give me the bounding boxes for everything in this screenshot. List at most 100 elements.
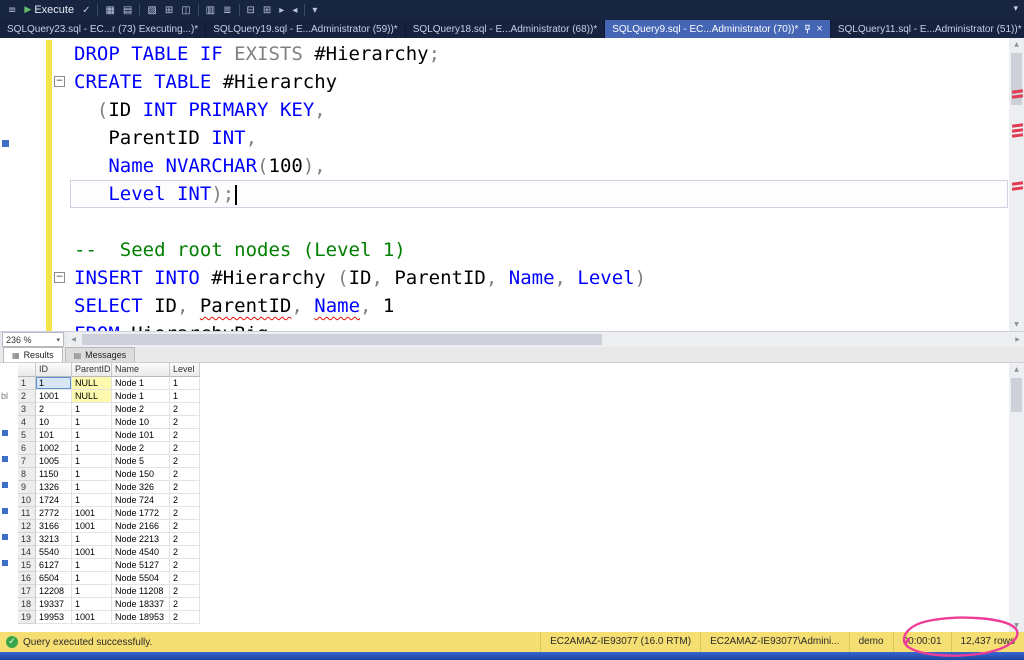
grid-cell[interactable]: 2 xyxy=(170,559,200,572)
row-header[interactable]: 17 xyxy=(18,585,36,598)
row-header[interactable]: 19 xyxy=(18,611,36,624)
grid-cell[interactable]: 1 xyxy=(72,416,112,429)
menu-toggle-icon[interactable]: ≡ xyxy=(4,1,20,19)
pin-icon[interactable] xyxy=(804,24,811,34)
grid-scrollbar-thumb[interactable] xyxy=(1011,378,1022,412)
grid-cell[interactable]: 1 xyxy=(170,390,200,403)
grid-cell[interactable]: Node 18337 xyxy=(112,598,170,611)
grid-cell[interactable]: 2 xyxy=(170,520,200,533)
grid-cell[interactable]: Node 101 xyxy=(112,429,170,442)
results-to-text-icon[interactable]: ▤ xyxy=(119,1,136,19)
active-files-icon[interactable]: ▾ xyxy=(1013,3,1018,14)
actual-plan-icon[interactable]: ⊞ xyxy=(161,1,177,19)
row-header[interactable]: 12 xyxy=(18,520,36,533)
scroll-down-icon[interactable]: ▼ xyxy=(1009,318,1024,331)
grid-cell[interactable]: 19337 xyxy=(36,598,72,611)
grid-cell[interactable]: Node 2166 xyxy=(112,520,170,533)
column-header[interactable]: ParentID xyxy=(72,363,112,377)
grid-cell[interactable]: 2 xyxy=(170,403,200,416)
grid-cell[interactable]: Node 1 xyxy=(112,390,170,403)
uncomment-icon[interactable]: ⊞ xyxy=(259,1,275,19)
document-tab-sqlquery23[interactable]: SQLQuery23.sql - EC...r (73) Executing..… xyxy=(0,20,206,38)
outdent-icon[interactable]: ◂ xyxy=(288,1,301,19)
query-options-icon[interactable]: ▥ xyxy=(202,1,219,19)
indent-icon[interactable]: ▸ xyxy=(275,1,288,19)
execute-button[interactable]: ▶Execute xyxy=(20,1,78,19)
grid-cell[interactable]: 1001 xyxy=(36,390,72,403)
grid-cell[interactable]: 1326 xyxy=(36,481,72,494)
grid-cell[interactable]: 1001 xyxy=(72,611,112,624)
row-header[interactable]: 8 xyxy=(18,468,36,481)
grid-cell[interactable]: 1 xyxy=(72,533,112,546)
grid-cell[interactable]: Node 18953 xyxy=(112,611,170,624)
grid-cell[interactable]: Node 5127 xyxy=(112,559,170,572)
row-header[interactable]: 5 xyxy=(18,429,36,442)
grid-cell[interactable]: 1150 xyxy=(36,468,72,481)
grid-cell[interactable]: Node 1772 xyxy=(112,507,170,520)
grid-cell[interactable]: 2 xyxy=(170,442,200,455)
row-header[interactable]: 11 xyxy=(18,507,36,520)
tab-results[interactable]: ▦ Results xyxy=(3,347,63,362)
grid-cell[interactable]: 2 xyxy=(170,598,200,611)
column-header[interactable]: ID xyxy=(36,363,72,377)
grid-cell[interactable]: 2772 xyxy=(36,507,72,520)
zoom-level-select[interactable]: 236 % ▾ xyxy=(2,332,64,347)
row-header[interactable]: 18 xyxy=(18,598,36,611)
grid-cell[interactable]: 1 xyxy=(72,442,112,455)
row-header[interactable]: 1 xyxy=(18,377,36,390)
live-query-stats-icon[interactable]: ◫ xyxy=(177,1,194,19)
grid-cell[interactable]: NULL xyxy=(72,390,112,403)
comment-icon[interactable]: ⊟ xyxy=(243,1,259,19)
row-header[interactable]: 2 xyxy=(18,390,36,403)
grid-cell[interactable]: 12208 xyxy=(36,585,72,598)
grid-cell[interactable]: 1001 xyxy=(72,507,112,520)
row-header[interactable]: 10 xyxy=(18,494,36,507)
grid-cell[interactable]: 1 xyxy=(72,598,112,611)
row-header[interactable]: 4 xyxy=(18,416,36,429)
grid-cell[interactable]: 1002 xyxy=(36,442,72,455)
close-icon[interactable]: × xyxy=(816,24,822,34)
grid-cell[interactable]: 5540 xyxy=(36,546,72,559)
grid-cell[interactable]: 2 xyxy=(170,507,200,520)
grid-cell[interactable]: 2 xyxy=(170,455,200,468)
horizontal-scrollbar-thumb[interactable] xyxy=(82,334,602,345)
grid-cell[interactable]: 1 xyxy=(72,429,112,442)
grid-cell[interactable]: 10 xyxy=(36,416,72,429)
row-header[interactable]: 15 xyxy=(18,559,36,572)
row-header[interactable]: 7 xyxy=(18,455,36,468)
tab-messages[interactable]: ▤ Messages xyxy=(65,347,136,362)
scroll-up-icon[interactable]: ▲ xyxy=(1009,363,1024,376)
grid-cell[interactable]: Node 150 xyxy=(112,468,170,481)
editor-horizontal-scrollbar[interactable]: ◀ ▶ xyxy=(67,332,1024,347)
grid-cell[interactable]: 1 xyxy=(72,494,112,507)
grid-cell[interactable]: Node 326 xyxy=(112,481,170,494)
scroll-up-icon[interactable]: ▲ xyxy=(1009,38,1024,51)
row-header[interactable]: 9 xyxy=(18,481,36,494)
intellisense-icon[interactable]: ≣ xyxy=(219,1,235,19)
grid-cell[interactable]: Node 5504 xyxy=(112,572,170,585)
grid-cell[interactable]: 1005 xyxy=(36,455,72,468)
grid-cell[interactable]: 2 xyxy=(170,585,200,598)
grid-cell[interactable]: 1 xyxy=(36,377,72,390)
grid-cell[interactable]: 2 xyxy=(170,611,200,624)
collapse-icon[interactable]: − xyxy=(54,76,65,87)
grid-cell[interactable]: 19953 xyxy=(36,611,72,624)
row-header[interactable]: 13 xyxy=(18,533,36,546)
scroll-left-icon[interactable]: ◀ xyxy=(67,332,80,347)
grid-cell[interactable]: 2 xyxy=(170,468,200,481)
grid-cell[interactable]: Node 2 xyxy=(112,442,170,455)
document-tab-sqlquery19[interactable]: SQLQuery19.sql - E...Administrator (59))… xyxy=(206,20,406,38)
document-tab-sqlquery18[interactable]: SQLQuery18.sql - E...Administrator (68))… xyxy=(406,20,606,38)
row-header[interactable]: 6 xyxy=(18,442,36,455)
grid-cell[interactable]: Node 724 xyxy=(112,494,170,507)
grid-vertical-scrollbar[interactable]: ▲ ▼ xyxy=(1009,363,1024,632)
grid-cell[interactable]: 1001 xyxy=(72,546,112,559)
grid-cell[interactable]: 6504 xyxy=(36,572,72,585)
grid-cell[interactable]: 1 xyxy=(72,468,112,481)
grid-cell[interactable]: 2 xyxy=(170,533,200,546)
grid-cell[interactable]: NULL xyxy=(72,377,112,390)
document-tab-sqlquery11[interactable]: SQLQuery11.sql - E...Administrator (51))… xyxy=(831,20,1024,38)
sql-editor[interactable]: DROP TABLE IF EXISTS #Hierarchy;−CREATE … xyxy=(0,38,1024,331)
grid-cell[interactable]: 1001 xyxy=(72,520,112,533)
scroll-right-icon[interactable]: ▶ xyxy=(1011,332,1024,347)
